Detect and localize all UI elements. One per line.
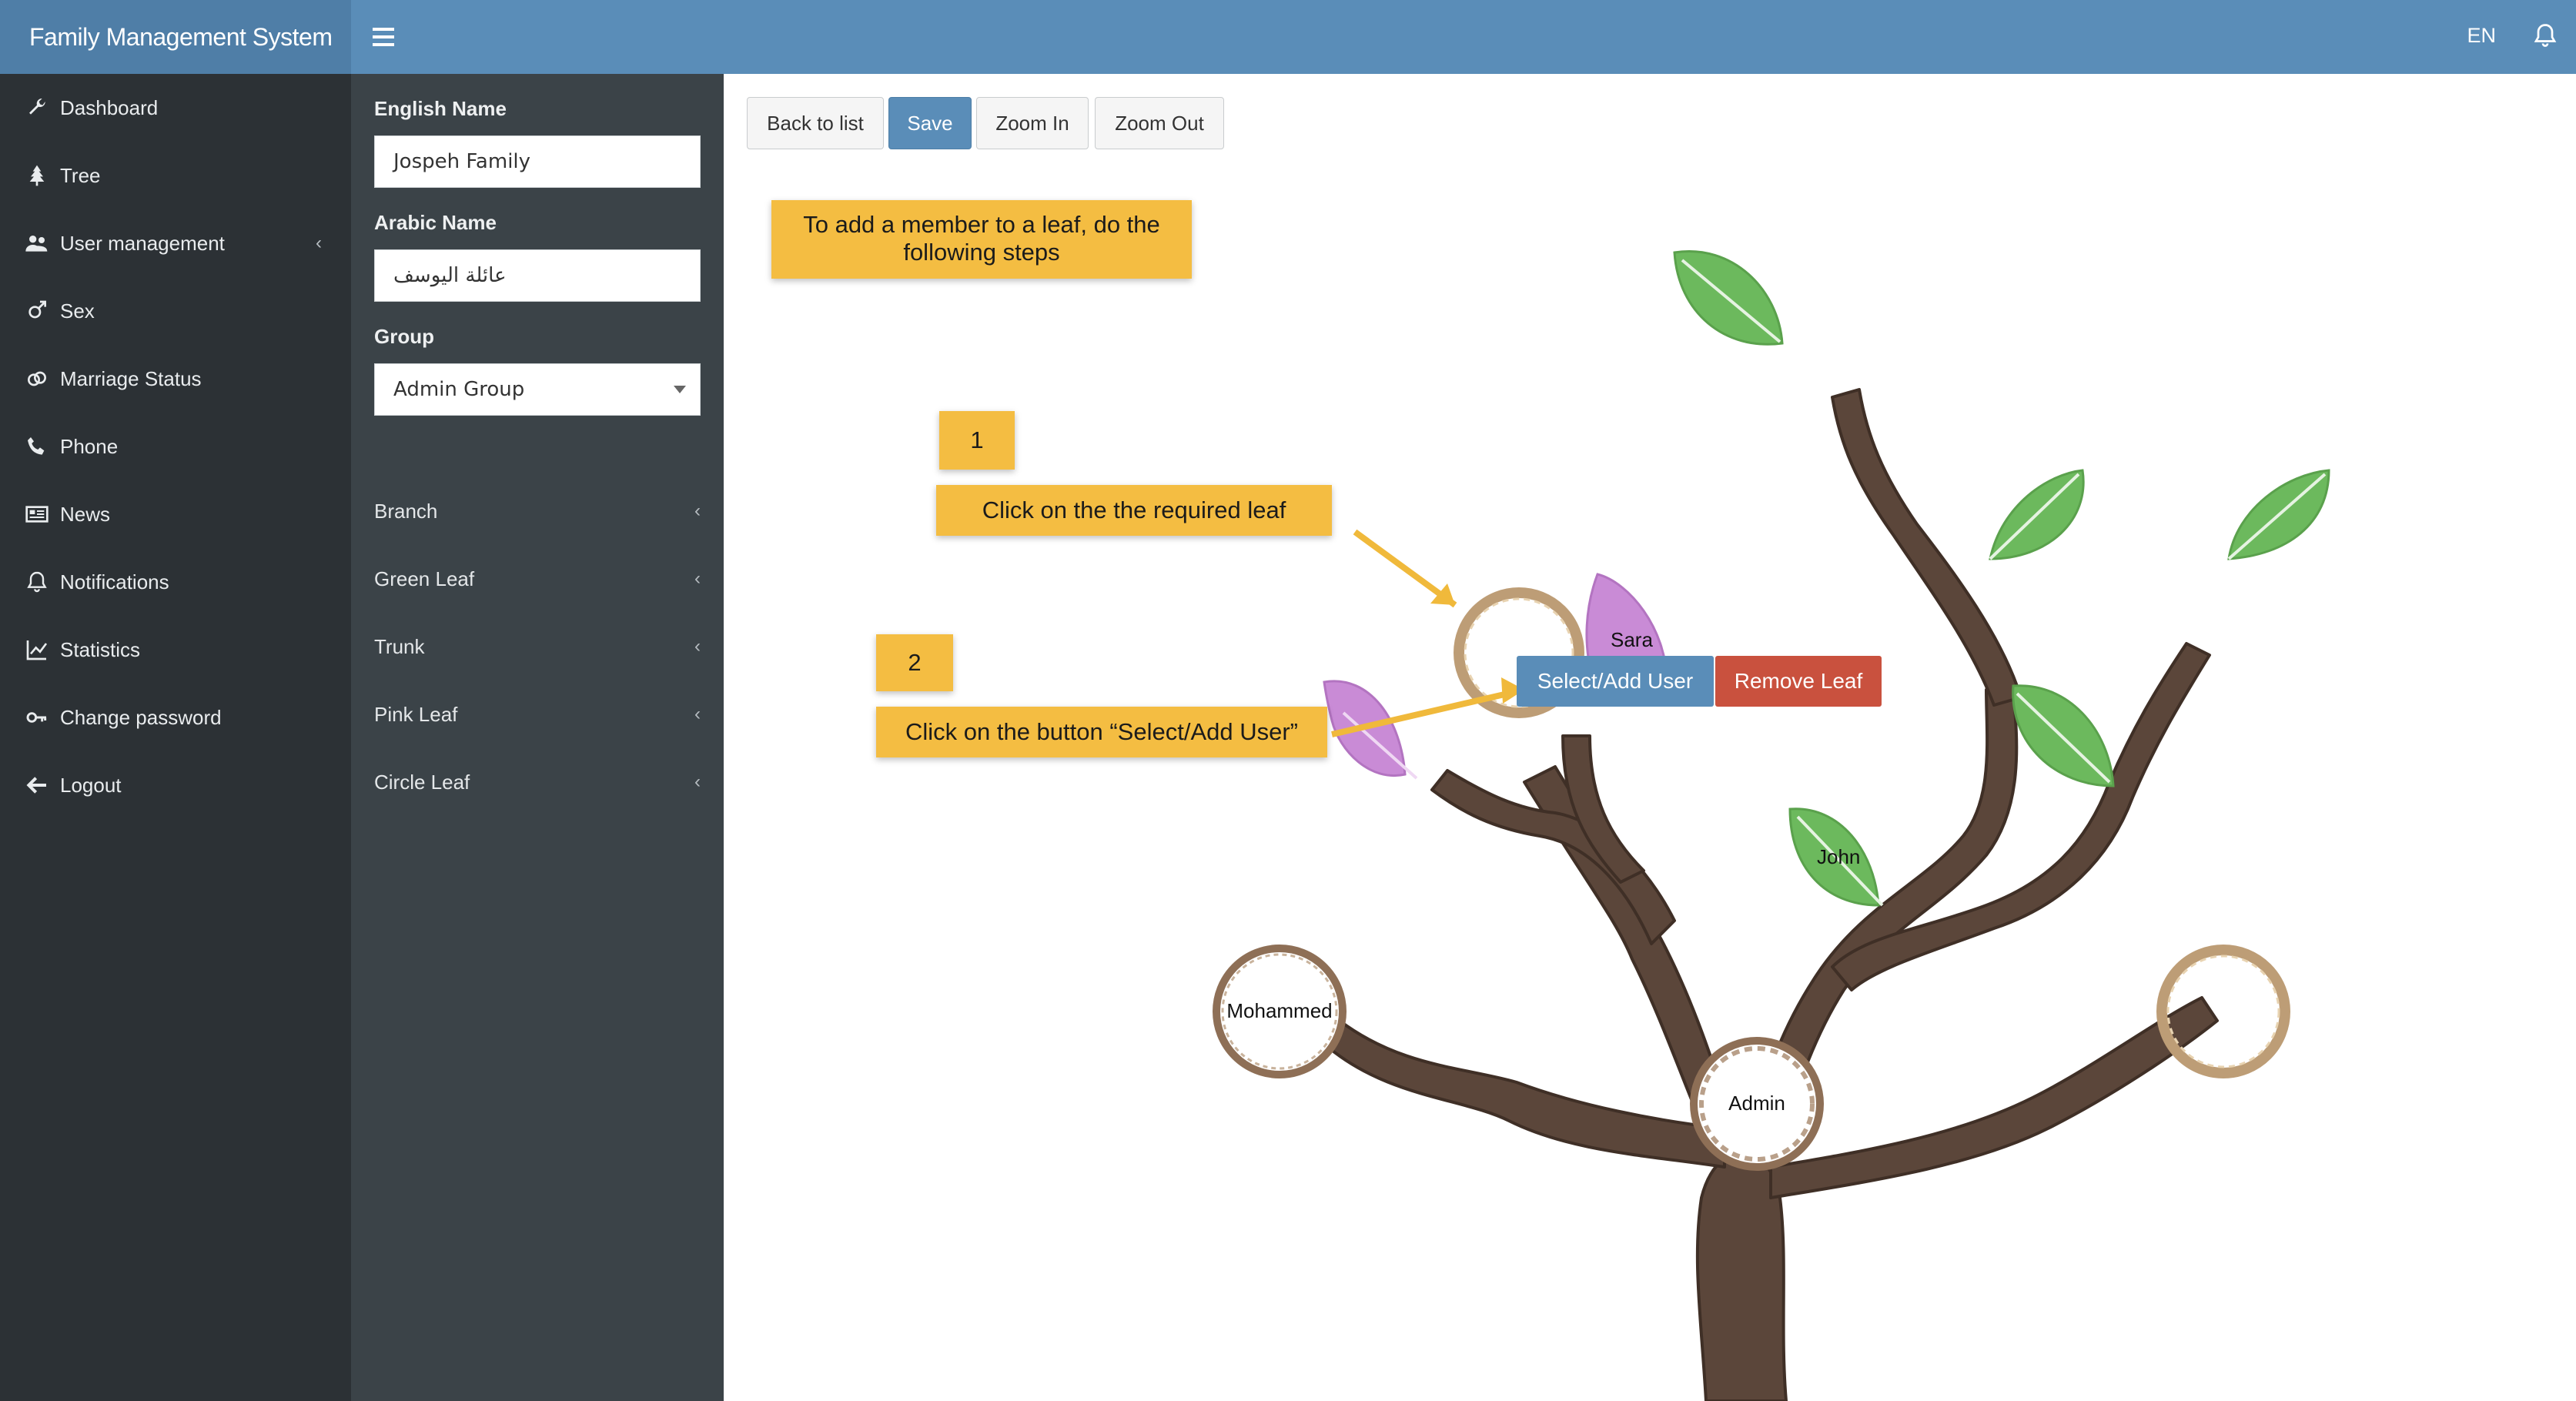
sidebar-item-label: News: [60, 503, 111, 526]
sidebar-item-user-management[interactable]: User management ‹: [0, 209, 351, 277]
sidebar-item-sex[interactable]: Sex: [0, 277, 351, 345]
arabic-name-input[interactable]: عائلة اليوسف: [374, 249, 701, 302]
guide-intro-callout: To add a member to a leaf, do the follow…: [771, 200, 1192, 279]
panel-trunk[interactable]: Trunk ‹: [374, 613, 701, 680]
group-label: Group: [374, 325, 434, 348]
arrow-left-icon: [26, 777, 46, 794]
sidebar-item-tree[interactable]: Tree: [0, 142, 351, 209]
group-select[interactable]: Admin Group: [374, 363, 701, 416]
sidebar: Dashboard Tree User management ‹ Sex Mar…: [0, 74, 351, 1401]
leaf-label-sara: Sara: [1611, 628, 1653, 651]
menu-toggle-icon[interactable]: [373, 23, 394, 49]
newspaper-icon: [25, 506, 49, 523]
select-add-user-button[interactable]: Select/Add User: [1517, 656, 1714, 707]
sidebar-item-label: Logout: [60, 774, 122, 797]
remove-leaf-button[interactable]: Remove Leaf: [1715, 656, 1882, 707]
circle-label-mohammed: Mohammed: [1226, 999, 1333, 1022]
step-2-callout: Click on the button “Select/Add User”: [876, 707, 1327, 757]
group-select-value: Admin Group: [393, 378, 525, 401]
circle-label-admin: Admin: [1728, 1092, 1785, 1115]
step-2-badge: 2: [876, 634, 953, 691]
sidebar-item-change-password[interactable]: Change password: [0, 684, 351, 751]
sidebar-item-marriage-status[interactable]: Marriage Status: [0, 345, 351, 413]
bell-icon[interactable]: [2531, 22, 2559, 49]
chevron-left-icon: ‹: [694, 704, 701, 724]
branch-shape: [1323, 1019, 1726, 1169]
panel-green-leaf[interactable]: Green Leaf ‹: [374, 545, 701, 613]
step-1-badge: 1: [939, 411, 1015, 470]
chevron-down-icon: [674, 386, 686, 393]
step-1-callout: Click on the the required leaf: [936, 485, 1332, 536]
sidebar-item-label: Phone: [60, 435, 119, 458]
users-icon: [25, 236, 48, 252]
chevron-left-icon: ‹: [694, 771, 701, 792]
panel-label: Pink Leaf: [374, 703, 458, 726]
sidebar-item-label: Tree: [60, 164, 101, 187]
chevron-left-icon: ‹: [694, 568, 701, 589]
app-title[interactable]: Family Management System: [0, 0, 351, 74]
panel-label: Trunk: [374, 635, 425, 658]
panel-label: Branch: [374, 500, 438, 523]
sidebar-item-phone[interactable]: Phone: [0, 413, 351, 480]
bell-icon: [27, 571, 47, 593]
sidebar-item-label: Dashboard: [60, 96, 159, 119]
arabic-name-label: Arabic Name: [374, 211, 497, 234]
panel-circle-leaf[interactable]: Circle Leaf ‹: [374, 748, 701, 816]
chevron-left-icon: ‹: [316, 232, 322, 253]
panel-pink-leaf[interactable]: Pink Leaf ‹: [374, 680, 701, 748]
sidebar-item-logout[interactable]: Logout: [0, 751, 351, 819]
sidebar-item-label: Change password: [60, 706, 222, 729]
panel-branch[interactable]: Branch ‹: [374, 477, 701, 545]
branch-shape: [1769, 996, 2219, 1199]
sidebar-item-label: Sex: [60, 299, 95, 323]
english-name-input[interactable]: Jospeh Family: [374, 135, 701, 188]
wrench-icon: [29, 98, 45, 115]
sidebar-item-notifications[interactable]: Notifications: [0, 548, 351, 616]
leaf-label-john: John: [1817, 845, 1861, 868]
tree-canvas[interactable]: Back to list Save Zoom In Zoom Out To ad…: [724, 74, 2576, 1401]
chevron-left-icon: ‹: [694, 500, 701, 521]
chevron-left-icon: ‹: [694, 636, 701, 657]
chart-icon: [26, 640, 48, 660]
sidebar-item-label: User management: [60, 232, 225, 255]
top-navbar: Family Management System EN: [0, 0, 2576, 74]
sidebar-item-label: Notifications: [60, 570, 169, 594]
properties-panel: English Name Jospeh Family Arabic Name ع…: [351, 74, 724, 1401]
sidebar-item-dashboard[interactable]: Dashboard: [0, 74, 351, 142]
sidebar-item-label: Marriage Status: [60, 367, 202, 390]
sidebar-item-statistics[interactable]: Statistics: [0, 616, 351, 684]
sidebar-item-news[interactable]: News: [0, 480, 351, 548]
gender-icon: [28, 300, 46, 319]
key-icon: [26, 712, 47, 723]
tree-icon: [29, 165, 45, 186]
sidebar-item-label: Statistics: [60, 638, 141, 661]
panel-label: Green Leaf: [374, 567, 475, 590]
panel-label: Circle Leaf: [374, 771, 470, 794]
language-switch[interactable]: EN: [2467, 0, 2496, 71]
english-name-label: English Name: [374, 97, 507, 120]
rings-icon: [28, 371, 46, 386]
phone-icon: [28, 437, 45, 455]
